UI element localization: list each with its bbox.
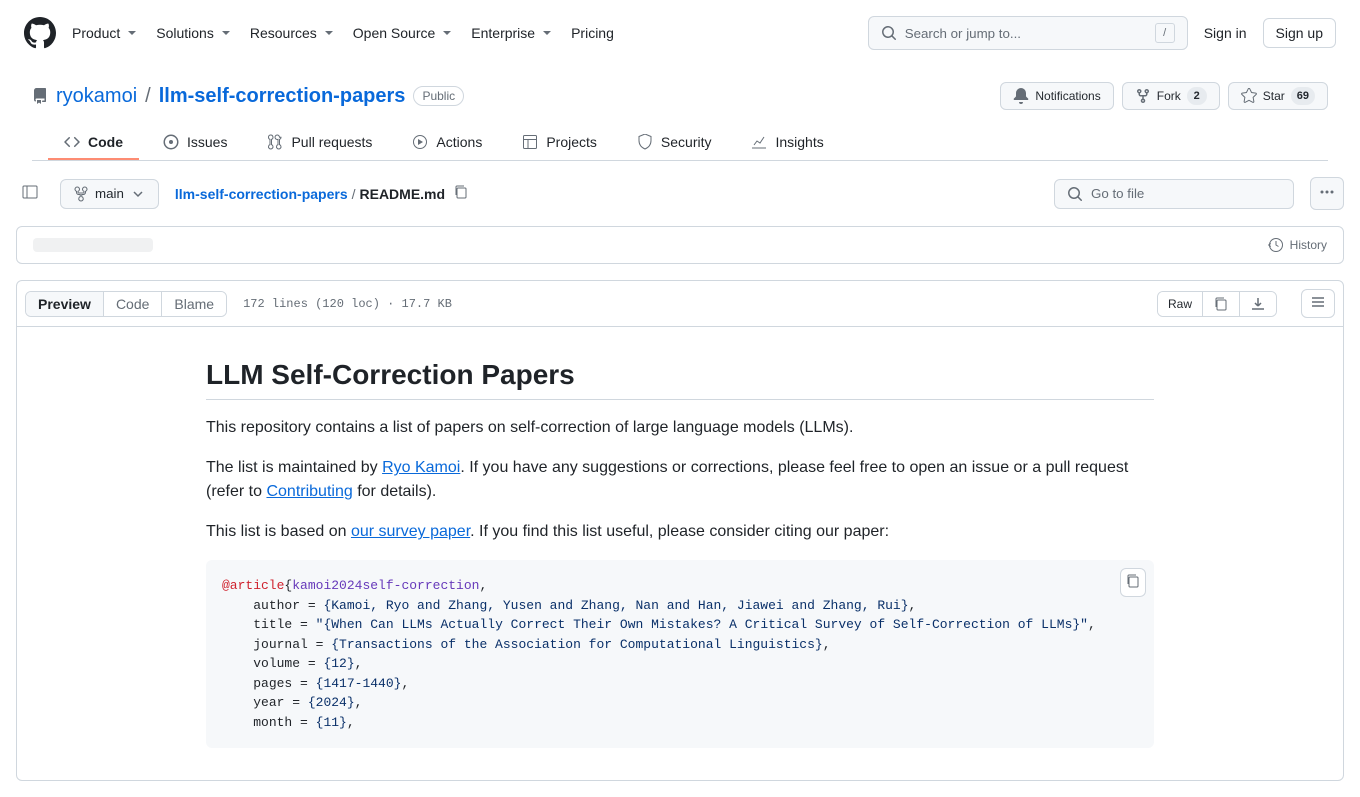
maintainer-link[interactable]: Ryo Kamoi: [382, 459, 460, 476]
fork-button[interactable]: Fork 2: [1122, 82, 1220, 110]
outline-button[interactable]: [1301, 289, 1335, 318]
tab-actions[interactable]: Actions: [396, 126, 498, 160]
sidebar-expand-icon: [22, 184, 38, 200]
star-icon: [1241, 88, 1257, 104]
code-tab[interactable]: Code: [104, 292, 161, 316]
projects-icon: [522, 134, 538, 150]
sign-up-button[interactable]: Sign up: [1263, 18, 1336, 48]
content-wrapper: main llm-self-correction-papers / README…: [0, 161, 1360, 797]
github-logo-icon[interactable]: [24, 17, 56, 49]
issues-icon: [163, 134, 179, 150]
repo-icon: [32, 88, 48, 104]
repo-actions: Notifications Fork 2 Star 69: [1000, 82, 1328, 110]
nav-pricing[interactable]: Pricing: [571, 25, 614, 41]
tab-insights[interactable]: Insights: [735, 126, 839, 160]
download-icon: [1250, 296, 1266, 312]
tab-issues[interactable]: Issues: [147, 126, 243, 160]
branch-icon: [73, 186, 89, 202]
raw-toolbar-group: Raw: [1157, 291, 1277, 317]
history-icon: [1268, 237, 1284, 253]
nav-opensource[interactable]: Open Source: [353, 25, 456, 41]
repo-owner-link[interactable]: ryokamoi: [56, 85, 137, 108]
bell-icon: [1013, 88, 1029, 104]
file-nav-row: main llm-self-correction-papers / README…: [16, 177, 1344, 210]
contributing-link[interactable]: Contributing: [266, 483, 352, 500]
bibtex-block: @article{kamoi2024self-correction, autho…: [206, 560, 1154, 748]
kebab-icon: [1319, 184, 1335, 200]
pr-icon: [267, 134, 283, 150]
notifications-button[interactable]: Notifications: [1000, 82, 1113, 110]
chevron-down-icon: [218, 25, 234, 41]
copy-path-button[interactable]: [449, 180, 473, 207]
sign-in-link[interactable]: Sign in: [1204, 25, 1247, 41]
breadcrumb: llm-self-correction-papers / README.md: [175, 180, 473, 207]
breadcrumb-current: README.md: [360, 186, 446, 202]
star-count: 69: [1291, 87, 1315, 105]
nav-product[interactable]: Product: [72, 25, 140, 41]
nav-solutions[interactable]: Solutions: [156, 25, 234, 41]
copy-raw-button[interactable]: [1202, 292, 1239, 316]
chevron-down-icon: [439, 25, 455, 41]
readme-title: LLM Self-Correction Papers: [206, 359, 1154, 400]
tab-security[interactable]: Security: [621, 126, 728, 160]
tab-code[interactable]: Code: [48, 126, 139, 160]
side-panel-toggle[interactable]: [16, 178, 44, 209]
tab-pulls[interactable]: Pull requests: [251, 126, 388, 160]
search-icon: [881, 25, 897, 41]
code-icon: [64, 134, 80, 150]
search-icon: [1067, 186, 1083, 202]
file-card: Preview Code Blame 172 lines (120 loc) ·…: [16, 280, 1344, 781]
survey-paper-link[interactable]: our survey paper: [351, 523, 470, 540]
bibtex-code: @article{kamoi2024self-correction, autho…: [222, 576, 1138, 732]
fork-count: 2: [1187, 87, 1207, 105]
readme-basedon: This list is based on our survey paper. …: [206, 520, 1154, 544]
download-raw-button[interactable]: [1239, 292, 1276, 316]
global-header: Product Solutions Resources Open Source …: [0, 0, 1360, 66]
copy-code-button[interactable]: [1120, 568, 1146, 597]
copy-icon: [1213, 296, 1229, 312]
commit-loading-placeholder: [33, 238, 153, 252]
visibility-badge: Public: [413, 86, 464, 106]
play-icon: [412, 134, 428, 150]
copy-icon: [453, 184, 469, 200]
file-toolbar: Preview Code Blame 172 lines (120 loc) ·…: [17, 281, 1343, 327]
chevron-down-icon: [539, 25, 555, 41]
readme-body: LLM Self-Correction Papers This reposito…: [174, 327, 1186, 780]
history-link[interactable]: History: [1268, 237, 1327, 253]
readme-maintained: The list is maintained by Ryo Kamoi. If …: [206, 456, 1154, 504]
blame-tab[interactable]: Blame: [162, 292, 226, 316]
branch-selector[interactable]: main: [60, 179, 159, 209]
repo-header: ryokamoi / llm-self-correction-papers Pu…: [0, 66, 1360, 161]
search-placeholder: Search or jump to...: [905, 26, 1147, 41]
search-button[interactable]: Search or jump to... /: [868, 16, 1188, 50]
header-actions: Search or jump to... / Sign in Sign up: [868, 16, 1336, 50]
list-icon: [1310, 294, 1326, 310]
chevron-down-icon: [124, 25, 140, 41]
readme-intro: This repository contains a list of paper…: [206, 416, 1154, 440]
repo-nav: Code Issues Pull requests Actions Projec…: [32, 126, 1328, 161]
commit-bar: History: [16, 226, 1344, 264]
breadcrumb-root[interactable]: llm-self-correction-papers: [175, 186, 348, 202]
file-info: 172 lines (120 loc) · 17.7 KB: [243, 297, 452, 311]
tab-projects[interactable]: Projects: [506, 126, 613, 160]
view-toggle: Preview Code Blame: [25, 291, 227, 317]
raw-button[interactable]: Raw: [1158, 292, 1202, 316]
more-options-button[interactable]: [1310, 177, 1344, 210]
copy-icon: [1125, 573, 1141, 589]
shield-icon: [637, 134, 653, 150]
global-nav: Product Solutions Resources Open Source …: [72, 25, 868, 41]
repo-name-link[interactable]: llm-self-correction-papers: [159, 85, 406, 108]
repo-title-row: ryokamoi / llm-self-correction-papers Pu…: [32, 82, 1328, 110]
nav-enterprise[interactable]: Enterprise: [471, 25, 555, 41]
preview-tab[interactable]: Preview: [26, 292, 103, 316]
graph-icon: [751, 134, 767, 150]
chevron-down-icon: [321, 25, 337, 41]
repo-separator: /: [145, 85, 151, 108]
nav-resources[interactable]: Resources: [250, 25, 337, 41]
chevron-down-icon: [130, 186, 146, 202]
star-button[interactable]: Star 69: [1228, 82, 1328, 110]
fork-icon: [1135, 88, 1151, 104]
gotofile-button[interactable]: Go to file: [1054, 179, 1294, 209]
slash-badge: /: [1155, 23, 1175, 43]
